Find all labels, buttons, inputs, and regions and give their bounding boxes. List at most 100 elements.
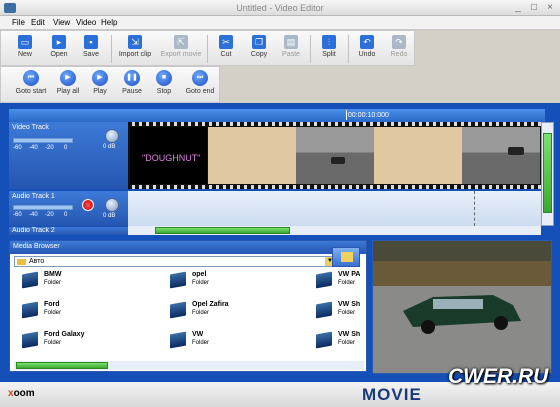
audio-volume-knob[interactable] bbox=[105, 198, 119, 212]
media-folder-item[interactable]: VW Folder bbox=[170, 331, 310, 359]
film-perforation bbox=[128, 122, 541, 126]
folder-icon bbox=[316, 301, 332, 319]
item-type: Folder bbox=[44, 340, 62, 346]
folder-icon bbox=[22, 271, 38, 289]
media-folder-item[interactable]: Ford Folder bbox=[22, 301, 162, 329]
video-clip-thumbnail[interactable] bbox=[462, 127, 540, 184]
menu-video[interactable]: Video bbox=[76, 18, 96, 27]
folder-icon bbox=[17, 259, 26, 265]
export-movie-button[interactable]: ⇱ Export movie bbox=[159, 35, 203, 58]
scale-label: -20 bbox=[45, 145, 54, 151]
media-folder-item[interactable]: VW Sh Folder bbox=[316, 301, 364, 329]
paste-button[interactable]: ▤ Paste bbox=[277, 35, 305, 58]
timeline-timecode: 00:00:10:000 bbox=[348, 112, 389, 119]
pause-button[interactable]: ❚❚ Pause bbox=[119, 68, 145, 95]
media-folder-item[interactable]: BMW Folder bbox=[22, 271, 162, 299]
timeline-vertical-scrollbar[interactable] bbox=[541, 122, 554, 226]
item-name: VW Sh bbox=[338, 301, 361, 308]
scrollbar-thumb[interactable] bbox=[543, 133, 552, 213]
media-browser-panel: Media Browser Авто ▼ BMW Folder opel Fol… bbox=[9, 240, 367, 372]
playhead-line bbox=[474, 191, 475, 226]
cut-button[interactable]: ✂ Cut bbox=[213, 35, 239, 58]
video-volume-slider[interactable] bbox=[13, 138, 73, 143]
timeline-ruler[interactable] bbox=[9, 109, 545, 122]
save-disk-icon: ▪ bbox=[84, 35, 98, 49]
record-icon[interactable] bbox=[82, 199, 94, 211]
redo-arrow-icon: ↷ bbox=[392, 35, 406, 49]
goto-start-button[interactable]: ⏮ Goto start bbox=[11, 68, 51, 95]
menu-view[interactable]: View bbox=[53, 18, 70, 27]
media-folder-item[interactable]: Opel Zafira Folder bbox=[170, 301, 310, 329]
new-file-icon: ▭ bbox=[18, 35, 32, 49]
media-folder-item[interactable]: VW PA Folder bbox=[316, 271, 364, 299]
video-track-lane[interactable]: "DOUGHNUT" bbox=[128, 122, 541, 189]
scrollbar-thumb[interactable] bbox=[16, 362, 108, 369]
split-icon: ⫶ bbox=[322, 35, 336, 49]
main-toolbar: ▭ New ▸ Open ▪ Save ⇲ Import clip ⇱ Expo… bbox=[0, 30, 415, 66]
car-shape bbox=[331, 157, 345, 164]
scale-label: -60 bbox=[13, 212, 22, 218]
folder-icon bbox=[22, 331, 38, 349]
audio-track-2-name: Audio Track 2 bbox=[12, 227, 55, 234]
menu-file[interactable]: File bbox=[12, 18, 25, 27]
media-browser-title: Media Browser bbox=[10, 241, 366, 254]
media-folder-item[interactable]: opel Folder bbox=[170, 271, 310, 299]
item-name: BMW bbox=[44, 271, 62, 278]
video-clip-thumbnail[interactable] bbox=[296, 127, 374, 184]
title-clip-text: "DOUGHNUT" bbox=[142, 153, 201, 163]
maximize-button[interactable]: □ bbox=[527, 2, 541, 14]
import-clip-button[interactable]: ⇲ Import clip bbox=[115, 35, 155, 58]
video-volume-knob[interactable] bbox=[105, 129, 119, 143]
minimize-button[interactable]: _ bbox=[511, 2, 525, 14]
item-name: VW bbox=[192, 331, 204, 338]
audio-volume-slider[interactable] bbox=[13, 205, 73, 210]
open-button[interactable]: ▸ Open bbox=[45, 35, 73, 58]
folder-icon bbox=[170, 331, 186, 349]
transition-clip[interactable] bbox=[208, 127, 296, 184]
export-movie-label: Export movie bbox=[160, 51, 202, 58]
media-browser-scrollbar[interactable] bbox=[14, 361, 364, 370]
title-bar: Untitled - Video Editor _ □ × bbox=[0, 0, 560, 16]
copy-button[interactable]: ❐ Copy bbox=[245, 35, 273, 58]
skip-start-icon: ⏮ bbox=[23, 70, 39, 86]
save-button[interactable]: ▪ Save bbox=[77, 35, 105, 58]
new-button[interactable]: ▭ New bbox=[11, 35, 39, 58]
folder-path-dropdown[interactable]: Авто ▼ bbox=[14, 256, 336, 267]
media-folder-item[interactable]: VW Sh Folder bbox=[316, 331, 364, 359]
menu-edit[interactable]: Edit bbox=[31, 18, 45, 27]
audio-track-lane[interactable] bbox=[128, 191, 541, 231]
close-button[interactable]: × bbox=[543, 2, 557, 14]
goto-start-label: Goto start bbox=[15, 88, 47, 95]
scrollbar-thumb[interactable] bbox=[155, 227, 290, 234]
redo-button[interactable]: ↷ Redo bbox=[385, 35, 413, 58]
media-folder-item[interactable]: Ford Galaxy Folder bbox=[22, 331, 162, 359]
paste-label: Paste bbox=[282, 51, 300, 58]
play-icon: ▶ bbox=[92, 70, 108, 86]
play-label: Play bbox=[93, 88, 107, 95]
scale-label: -40 bbox=[29, 145, 38, 151]
transition-clip[interactable] bbox=[374, 127, 462, 184]
item-type: Folder bbox=[338, 340, 356, 346]
folder-icon bbox=[316, 271, 332, 289]
stop-button[interactable]: ■ Stop bbox=[151, 68, 177, 95]
play-button[interactable]: ▶ Play bbox=[87, 68, 113, 95]
folder-up-button[interactable] bbox=[332, 247, 360, 267]
toolbar-separator bbox=[348, 35, 349, 63]
timeline-horizontal-scrollbar[interactable] bbox=[128, 226, 541, 235]
play-all-label: Play all bbox=[56, 88, 80, 95]
car-shape bbox=[508, 147, 524, 155]
undo-button[interactable]: ↶ Undo bbox=[353, 35, 381, 58]
save-label: Save bbox=[83, 51, 99, 58]
play-all-button[interactable]: ▶ Play all bbox=[53, 68, 83, 95]
split-button[interactable]: ⫶ Split bbox=[315, 35, 343, 58]
toolbar-separator bbox=[310, 35, 311, 63]
audio-db-label: 0 dB bbox=[103, 213, 116, 219]
paste-icon: ▤ bbox=[284, 35, 298, 49]
copy-icon: ❐ bbox=[252, 35, 266, 49]
play-all-icon: ▶ bbox=[60, 70, 76, 86]
goto-end-button[interactable]: ⏭ Goto end bbox=[183, 68, 217, 95]
goto-end-label: Goto end bbox=[185, 88, 215, 95]
menu-help[interactable]: Help bbox=[101, 18, 117, 27]
title-clip[interactable]: "DOUGHNUT" bbox=[130, 127, 207, 184]
stop-icon: ■ bbox=[156, 70, 172, 86]
